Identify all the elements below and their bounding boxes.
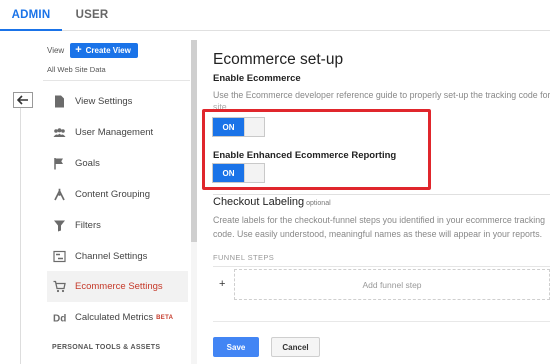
funnel-steps-label: FUNNEL STEPS [213, 253, 275, 262]
nav-divider [43, 80, 190, 81]
cart-icon [53, 280, 73, 294]
left-rail [20, 108, 21, 364]
tab-admin[interactable]: ADMIN [0, 0, 62, 31]
section-heading: PERSONAL TOOLS & ASSETS [52, 344, 161, 351]
sidebar-item-calculated-metrics[interactable]: Dd Calculated Metrics BETA [47, 302, 188, 333]
sidebar-item-label: Calculated Metrics [75, 312, 154, 323]
sidebar-item-view-settings[interactable]: View Settings [47, 86, 188, 117]
enhanced-ecommerce-toggle[interactable]: ON [212, 163, 265, 183]
add-step-plus-icon[interactable]: + [219, 278, 225, 290]
svg-text:Dd: Dd [53, 314, 66, 325]
create-view-button[interactable]: + Create View [70, 43, 138, 58]
back-button[interactable] [13, 92, 33, 108]
sidebar-item-label: Goals [75, 158, 100, 169]
toggle-knob [244, 164, 264, 182]
page-title: Ecommerce set-up [213, 51, 344, 68]
toggle-on-label: ON [213, 164, 244, 182]
enhanced-ecommerce-label: Enable Enhanced Ecommerce Reporting [213, 150, 397, 161]
dd-icon: Dd [53, 311, 73, 325]
tab-user[interactable]: USER [62, 0, 122, 31]
sidebar-item-user-management[interactable]: User Management [47, 117, 188, 148]
beta-badge: BETA [156, 314, 174, 321]
sidebar-item-filters[interactable]: Filters [47, 210, 188, 241]
add-funnel-step-button[interactable]: Add funnel step [234, 269, 550, 300]
view-selector-row: View + Create View [47, 43, 138, 58]
sidebar-item-content-grouping[interactable]: Content Grouping [47, 179, 188, 210]
checkout-labeling-title: Checkout Labeling optional [213, 196, 331, 208]
filter-icon [53, 219, 73, 233]
enable-ecommerce-helper: Use the Ecommerce developer reference gu… [213, 90, 550, 100]
view-name: All Web Site Data [47, 65, 106, 74]
optional-tag: optional [306, 200, 331, 207]
save-button[interactable]: Save [213, 337, 259, 357]
page-icon [53, 95, 73, 109]
create-view-label: Create View [85, 46, 131, 55]
back-arrow-icon [17, 95, 28, 105]
enable-ecommerce-label: Enable Ecommerce [213, 73, 301, 84]
checkout-desc-line1: Create labels for the checkout-funnel st… [213, 215, 546, 225]
sidebar-item-label: View Settings [75, 96, 133, 107]
cancel-button[interactable]: Cancel [271, 337, 320, 357]
sidebar-scrollbar-thumb[interactable] [191, 40, 197, 242]
funnel-divider [213, 266, 550, 267]
sidebar-item-label: User Management [75, 127, 154, 138]
sidebar-item-channel-settings[interactable]: Channel Settings [47, 241, 188, 272]
toggle-knob [244, 118, 264, 136]
sidebar-item-label: Channel Settings [75, 251, 148, 262]
plus-icon: + [75, 44, 82, 56]
checkout-title-text: Checkout Labeling [213, 196, 305, 208]
top-tabs: ADMIN USER [0, 0, 550, 31]
sidebar-item-label: Filters [75, 220, 101, 231]
enable-ecommerce-toggle[interactable]: ON [212, 117, 265, 137]
flag-icon [53, 157, 73, 171]
footer-divider [213, 321, 550, 322]
section-divider [213, 194, 550, 195]
view-label: View [47, 46, 65, 55]
sidebar-item-goals[interactable]: Goals [47, 148, 188, 179]
checkout-desc-line2: code. Use easily understood, meaningful … [213, 229, 543, 239]
users-icon [53, 126, 73, 140]
toggle-on-label: ON [213, 118, 244, 136]
sidebar-item-label: Content Grouping [75, 189, 150, 200]
enable-ecommerce-helper-cont: site. [213, 102, 230, 112]
channel-icon [53, 250, 73, 264]
sidebar-item-label: Ecommerce Settings [75, 281, 163, 292]
sidebar-item-ecommerce-settings[interactable]: Ecommerce Settings [47, 271, 188, 302]
grouping-icon [53, 188, 73, 202]
